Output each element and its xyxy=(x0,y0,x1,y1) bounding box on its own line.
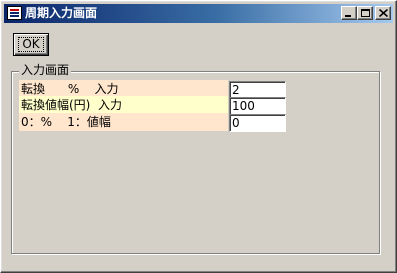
mode-select-input[interactable] xyxy=(229,114,286,132)
close-button[interactable] xyxy=(375,6,391,20)
close-icon xyxy=(379,9,388,17)
conversion-range-label: 転換値幅(円) 入力 xyxy=(19,96,228,114)
window-title: 周期入力画面 xyxy=(25,6,98,20)
minimize-icon xyxy=(345,15,351,17)
ok-button[interactable]: OK xyxy=(13,33,49,56)
maximize-icon xyxy=(361,9,370,17)
maximize-button[interactable] xyxy=(357,6,373,20)
ok-button-label: OK xyxy=(18,37,44,52)
group-box-label: 入力画面 xyxy=(19,62,72,78)
app-window-icon[interactable] xyxy=(7,6,22,20)
title-bar[interactable]: 周期入力画面 xyxy=(4,4,393,23)
conversion-range-input[interactable] xyxy=(229,97,286,115)
minimize-button[interactable] xyxy=(341,6,357,20)
app-window: 周期入力画面 OK 入力画面 転換 % 入力 転換値幅(円) 入力 0：% 1：… xyxy=(0,0,397,273)
mode-select-label: 0：% 1：値幅 xyxy=(19,113,228,131)
